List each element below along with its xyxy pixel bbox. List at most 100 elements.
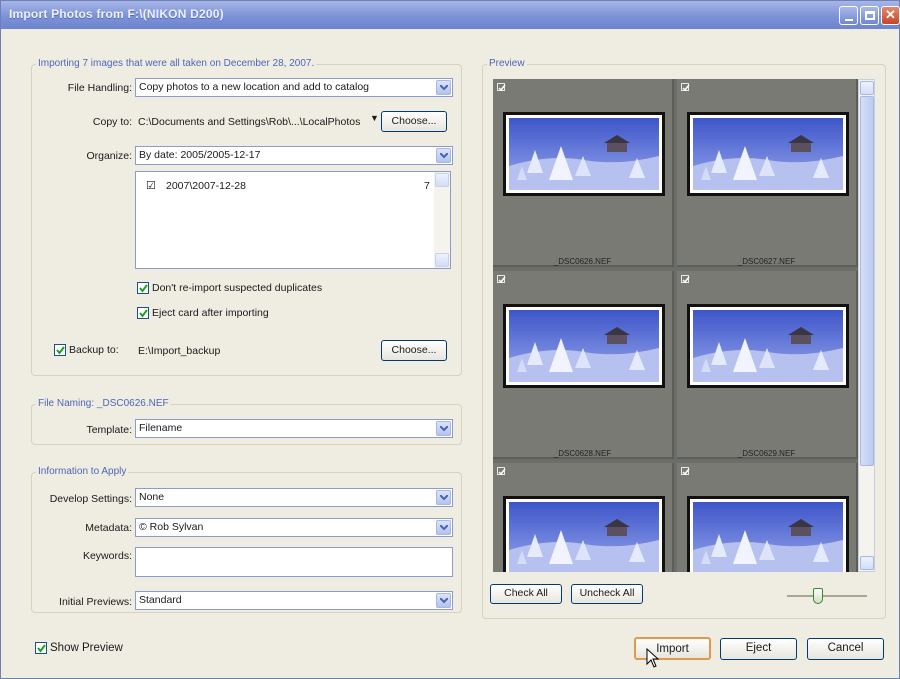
copy-to-choose-button[interactable]: Choose... [381,111,447,132]
check-all-button[interactable]: Check All [490,584,562,604]
snow-photo-image [693,310,843,382]
thumbnail-cell[interactable]: _DSC0627.NEF [677,79,858,267]
chevron-down-icon [436,148,451,163]
folder-list-scrollbar[interactable] [434,172,450,268]
snow-photo-image [509,310,659,382]
backup-path: E:\Import_backup [138,345,221,357]
thumbnail-image[interactable] [503,112,665,196]
thumbnail-checkbox[interactable] [497,467,506,476]
template-select[interactable]: Filename [135,419,453,438]
dont-reimport-label: Don't re-import suspected duplicates [152,282,323,294]
scroll-up-icon[interactable] [435,173,449,187]
import-dialog: Import Photos from F:\(NIKON D200) ✕ Imp… [0,0,900,679]
folder-checked-icon[interactable]: ☑ [146,179,156,192]
thumbnail-image[interactable] [687,496,849,572]
metadata-select[interactable]: © Rob Sylvan [135,518,453,537]
show-preview-checkbox[interactable] [35,642,47,654]
copy-to-dropdown-icon[interactable]: ▼ [370,113,379,123]
thumbnail-checkbox[interactable] [497,83,506,92]
thumbnail-filename: _DSC0626.NEF [553,257,612,266]
copy-to-label: Copy to: [92,116,132,128]
info-legend: Information to Apply [36,466,129,477]
slider-thumb[interactable] [813,588,823,604]
file-handling-value: Copy photos to a new location and add to… [139,81,369,93]
preview-legend: Preview [487,58,527,69]
chevron-down-icon [436,421,451,436]
thumbnail-filename: _DSC0628.NEF [553,449,612,458]
metadata-value: © Rob Sylvan [139,521,204,533]
template-value: Filename [139,422,183,434]
title-bar[interactable]: Import Photos from F:\(NIKON D200) ✕ [1,1,900,29]
eject-card-checkbox[interactable] [137,307,149,319]
dont-reimport-checkbox[interactable] [137,282,149,294]
metadata-label: Metadata: [85,522,132,534]
slider-track [787,595,867,597]
thumbnail-checkbox[interactable] [497,275,506,284]
organize-select[interactable]: By date: 2005/2005-12-17 [135,146,453,165]
thumbnail-image[interactable] [687,112,849,196]
uncheck-all-button[interactable]: Uncheck All [571,584,643,604]
backup-checkbox[interactable] [54,344,66,356]
chevron-down-icon [436,490,451,505]
initial-previews-value: Standard [139,594,182,606]
template-label: Template: [86,424,132,436]
copy-to-path: C:\Documents and Settings\Rob\...\LocalP… [138,116,361,128]
keywords-field[interactable] [135,547,453,577]
chevron-down-icon [436,520,451,535]
thumbnail-image[interactable] [687,304,849,388]
organize-value: By date: 2005/2005-12-17 [139,149,261,161]
keywords-label: Keywords: [82,550,132,562]
scrollbar-thumb[interactable] [860,96,874,466]
thumbnail-checkbox[interactable] [681,83,690,92]
folder-count: 7 [424,180,430,192]
thumbnail-checkbox[interactable] [681,275,690,284]
thumbnail-cell[interactable]: _DSC0629.NEF [677,271,858,459]
window-title: Import Photos from F:\(NIKON D200) [9,7,224,21]
snow-photo-image [509,118,659,190]
file-naming-legend: File Naming: _DSC0626.NEF [36,398,171,409]
file-handling-select[interactable]: Copy photos to a new location and add to… [135,78,453,97]
thumbnail-cell[interactable] [493,463,674,572]
backup-label: Backup to: [69,344,119,356]
folder-list: ☑ 2007\2007-12-28 7 [135,171,451,269]
close-button[interactable]: ✕ [881,6,900,25]
thumbnail-cell[interactable]: _DSC0626.NEF [493,79,674,267]
develop-settings-select[interactable]: None [135,488,453,507]
file-handling-label: File Handling: [67,82,132,94]
thumbnail-image[interactable] [503,496,665,572]
show-preview-label: Show Preview [50,642,123,654]
cancel-button[interactable]: Cancel [807,638,884,660]
thumbnail-cell[interactable]: _DSC0628.NEF [493,271,674,459]
eject-card-label: Eject card after importing [152,307,269,319]
scroll-up-icon[interactable] [860,81,874,95]
thumbnail-image[interactable] [503,304,665,388]
thumbnail-filename: _DSC0629.NEF [737,449,796,458]
snow-photo-image [693,118,843,190]
importing-legend: Importing 7 images that were all taken o… [36,58,317,69]
thumbnail-cell[interactable] [677,463,858,572]
preview-scrollbar[interactable] [858,79,875,572]
list-item[interactable]: ☑ 2007\2007-12-28 7 [146,179,430,194]
snow-photo-image [509,502,659,572]
develop-settings-label: Develop Settings: [49,493,132,505]
thumbnail-size-slider[interactable] [787,587,867,607]
maximize-button[interactable] [860,6,879,25]
thumbnail-filename: _DSC0627.NEF [737,257,796,266]
eject-button[interactable]: Eject [720,638,797,660]
backup-choose-button[interactable]: Choose... [381,340,447,361]
scroll-down-icon[interactable] [435,253,449,267]
preview-grid: _DSC0626.NEF _DSC0627.NEF _DSC0628.NEF _DSC… [493,79,858,572]
mouse-cursor-icon [646,647,660,671]
minimize-button[interactable] [839,6,858,25]
snow-photo-image [693,502,843,572]
initial-previews-select[interactable]: Standard [135,591,453,610]
close-icon: ✕ [885,7,896,22]
minimize-icon [845,19,853,21]
thumbnail-checkbox[interactable] [681,467,690,476]
chevron-down-icon [436,80,451,95]
maximize-icon [865,11,875,20]
develop-settings-value: None [139,491,165,503]
chevron-down-icon [436,593,451,608]
scroll-down-icon[interactable] [860,556,874,570]
organize-label: Organize: [86,150,132,162]
